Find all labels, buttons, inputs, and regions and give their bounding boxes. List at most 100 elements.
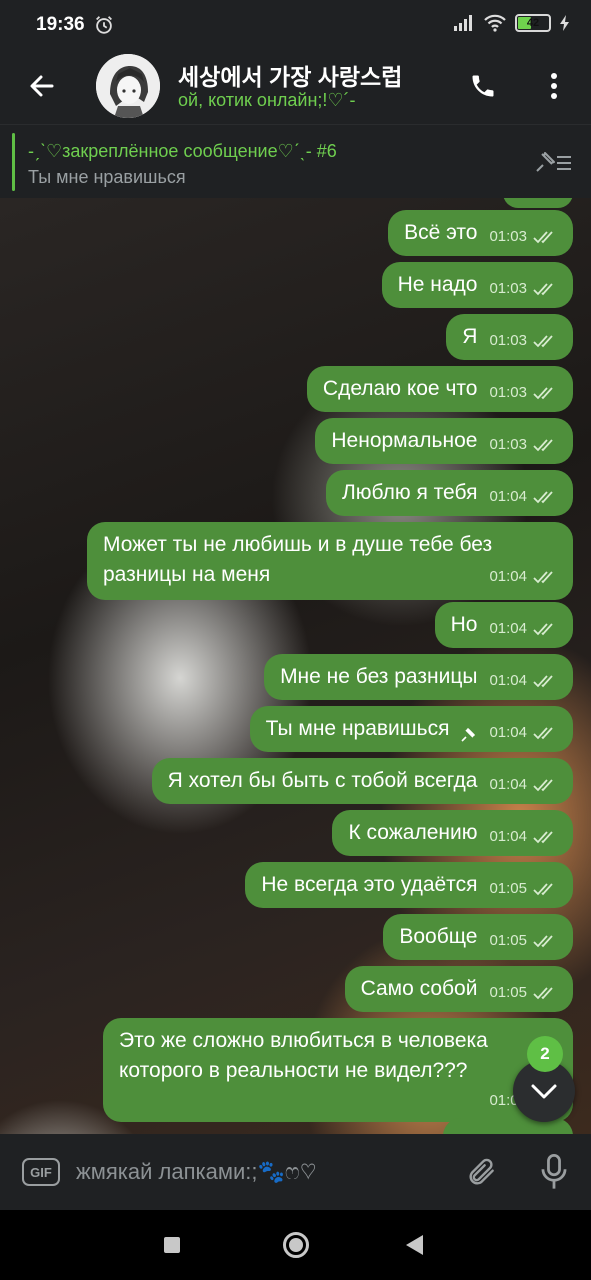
- message-text: Но: [450, 613, 478, 637]
- double-check-icon: [533, 831, 553, 844]
- message-bubble[interactable]: К сожалению 01:04: [332, 810, 573, 857]
- message-bubble[interactable]: Не всегда это удаётся 01:05: [245, 862, 573, 909]
- avatar-image: [96, 54, 160, 118]
- message-time: 01:05: [489, 984, 527, 1002]
- message-text: Ты мне нравишься: [265, 717, 450, 741]
- message-bubble[interactable]: Всё это 01:03: [388, 210, 573, 257]
- message-time: 01:03: [489, 384, 527, 402]
- system-nav-bar: [0, 1210, 591, 1280]
- message-meta: 01:03: [489, 222, 557, 252]
- message-time: 01:04: [489, 672, 527, 690]
- unread-count-badge: 2: [527, 1036, 563, 1072]
- message-text: Не всегда это удаётся: [261, 873, 478, 897]
- pinned-indicator: [12, 133, 15, 191]
- message-meta: 01:03: [489, 430, 557, 460]
- message-bubble[interactable]: Не надо 01:03: [381, 262, 573, 309]
- message-meta: 01:05: [489, 926, 557, 956]
- message-text: Всё это: [404, 221, 478, 245]
- double-check-icon: [533, 387, 553, 400]
- paperclip-icon: [469, 1158, 494, 1185]
- message-meta: 01:04: [489, 482, 557, 512]
- message-meta: 01:04: [103, 562, 557, 592]
- attach-button[interactable]: [464, 1154, 500, 1190]
- chat-header: 세상에서 가장 사랑스럽 ой, котик онлайн;!♡´-: [0, 52, 591, 124]
- message-time: 01:03: [489, 228, 527, 246]
- message-input[interactable]: [76, 1156, 446, 1188]
- message-meta: 01:05: [489, 874, 557, 904]
- double-check-icon: [533, 335, 553, 348]
- message-bubble[interactable]: Сделаю кое что 01:03: [306, 366, 573, 413]
- chat-title[interactable]: 세상에서 가장 사랑스럽: [178, 58, 440, 92]
- voice-record-button[interactable]: [536, 1152, 572, 1192]
- status-time: 19:36: [36, 14, 85, 35]
- double-check-icon: [533, 491, 553, 504]
- chat-area[interactable]: Всё это 01:03 Не надо 01:03 Я 01:03 Сделаю …: [0, 198, 591, 1134]
- double-check-icon: [533, 675, 553, 688]
- chat-status: ой, котик онлайн;!♡´-: [178, 90, 356, 110]
- battery-level: 42: [526, 17, 540, 29]
- message-meta: 01:04: [489, 770, 557, 800]
- avatar[interactable]: [96, 54, 160, 118]
- system-back-button[interactable]: [406, 1235, 423, 1255]
- signal-icon: [454, 15, 472, 31]
- message-bubble-partial[interactable]: [503, 198, 573, 208]
- double-check-icon: [533, 623, 553, 636]
- message-time: 01:04: [489, 568, 527, 585]
- more-menu-button[interactable]: [534, 66, 574, 106]
- message-bubble[interactable]: Люблю я тебя 01:04: [326, 470, 573, 517]
- message-text: Это же сложно влюбиться в человека котор…: [119, 1029, 488, 1082]
- message-bubble[interactable]: Я 01:03: [446, 314, 573, 361]
- message-bubble[interactable]: Ненормальное 01:03: [315, 418, 573, 465]
- message-meta: 01:04: [461, 718, 557, 748]
- recents-button[interactable]: [164, 1237, 180, 1253]
- double-check-icon: [533, 231, 553, 244]
- message-time: 01:03: [489, 436, 527, 454]
- message-meta: 01:04: [489, 822, 557, 852]
- pinned-list-icon: [536, 152, 571, 172]
- message-bubble[interactable]: Вообще 01:05: [383, 914, 573, 961]
- message-meta: 01:03: [489, 326, 557, 356]
- message-bubble[interactable]: Я хотел бы быть с тобой всегда 01:04: [151, 758, 573, 805]
- message-text: К сожалению: [348, 821, 478, 845]
- message-bubble[interactable]: Мне не без разницы 01:04: [264, 654, 573, 701]
- more-vertical-icon: [551, 73, 557, 99]
- message-text: Само собой: [360, 977, 478, 1001]
- message-time: 01:04: [489, 776, 527, 794]
- message-meta: 01:04: [489, 614, 557, 644]
- battery-icon: 42: [515, 14, 551, 32]
- double-check-icon: [533, 727, 553, 740]
- message-bubble[interactable]: Может ты не любишь и в душе тебе без раз…: [87, 522, 573, 600]
- message-bubble[interactable]: Ты мне нравишься 01:04: [249, 706, 573, 753]
- pinned-message-bar[interactable]: -ˏˋ♡закреплённое сообщение♡ˊˎ- #6 Ты мне…: [0, 124, 591, 198]
- message-text: Я хотел бы быть с тобой всегда: [167, 769, 478, 793]
- double-check-icon: [533, 987, 553, 1000]
- call-button[interactable]: [463, 66, 503, 106]
- message-meta: 01:03: [489, 378, 557, 408]
- message-time: 01:03: [489, 280, 527, 298]
- message-bubble[interactable]: Само собой 01:05: [344, 966, 573, 1013]
- message-time: 01:05: [489, 880, 527, 898]
- status-indicators: 42: [453, 14, 571, 32]
- message-time: 01:04: [489, 620, 527, 638]
- back-button[interactable]: [22, 66, 62, 106]
- message-text: Вообще: [399, 925, 478, 949]
- pinned-list-button[interactable]: [532, 147, 574, 177]
- message-time: 01:04: [489, 828, 527, 846]
- message-text: Мне не без разницы: [280, 665, 478, 689]
- chevron-down-icon: [531, 1084, 557, 1099]
- message-time: 01:03: [489, 332, 527, 350]
- message-meta: 01:04: [489, 666, 557, 696]
- alarm-icon: [96, 16, 112, 34]
- pin-icon: [461, 728, 476, 743]
- double-check-icon: [533, 439, 553, 452]
- microphone-icon: [541, 1154, 567, 1189]
- message-composer: GIF: [0, 1134, 591, 1210]
- gif-button[interactable]: GIF: [22, 1158, 60, 1186]
- home-button[interactable]: [283, 1232, 309, 1258]
- message-bubble[interactable]: Это же сложно влюбиться в человека котор…: [103, 1018, 573, 1122]
- message-meta: 01:03: [489, 274, 557, 304]
- phone-icon: [472, 75, 494, 97]
- message-bubble[interactable]: Но 01:04: [434, 602, 573, 649]
- message-text: Люблю я тебя: [342, 481, 478, 505]
- status-bar: 19:36 42: [0, 0, 591, 52]
